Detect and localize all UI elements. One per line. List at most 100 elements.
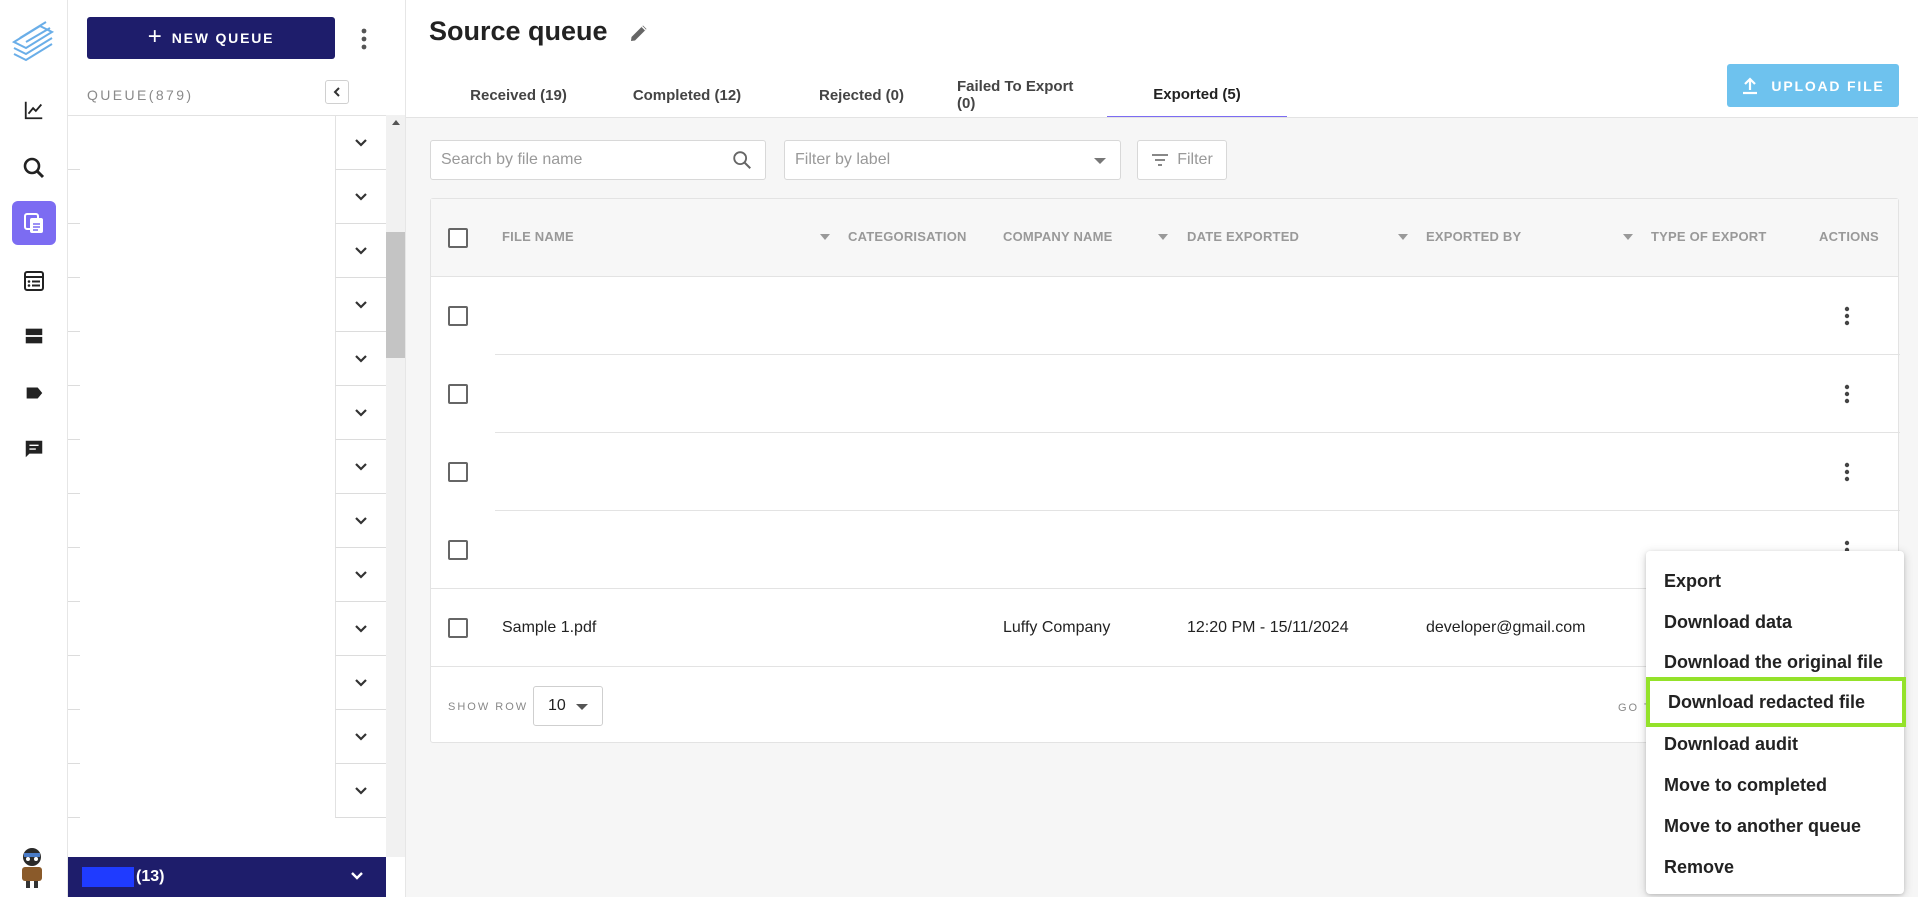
sort-caret-icon[interactable] [1158, 234, 1168, 240]
table-row[interactable] [431, 277, 1898, 355]
queue-scrollbar[interactable] [386, 115, 405, 857]
queue-item-indent [68, 278, 80, 332]
queue-list [68, 115, 386, 857]
queue-expand-button[interactable] [335, 224, 386, 278]
queue-expand-button[interactable] [335, 602, 386, 656]
row-checkbox[interactable] [448, 618, 468, 638]
chevron-down-icon [355, 300, 367, 309]
tab-rejected[interactable]: Rejected (0) [766, 72, 957, 118]
scroll-up-arrow-icon[interactable] [386, 118, 405, 132]
nav-messages[interactable] [12, 427, 56, 471]
filter-button[interactable]: Filter [1137, 140, 1227, 180]
collapse-sidebar-button[interactable] [325, 80, 349, 104]
exported-by-cell: developer@gmail.com [1426, 619, 1586, 636]
upload-file-button[interactable]: UPLOAD FILE [1727, 64, 1899, 107]
queue-expand-button[interactable] [335, 278, 386, 332]
menu-item-download-data[interactable]: Download data [1664, 602, 1792, 642]
queue-scrollbar-thumb[interactable] [386, 232, 405, 358]
queue-expand-button[interactable] [335, 116, 386, 170]
active-queue-item[interactable]: (13) [68, 857, 386, 897]
nav-search[interactable] [12, 146, 56, 190]
column-date-exported[interactable]: DATE EXPORTED [1187, 229, 1299, 244]
queue-list-item[interactable] [68, 224, 386, 278]
file-name-cell[interactable]: Sample 1.pdf [502, 619, 596, 637]
sort-caret-icon[interactable] [820, 234, 830, 240]
column-type-of-export[interactable]: TYPE OF EXPORT [1651, 229, 1766, 244]
queue-list-item[interactable] [68, 440, 386, 494]
nav-storage[interactable] [12, 314, 56, 358]
caret-down-icon [1094, 158, 1106, 164]
nav-queues[interactable] [12, 201, 56, 245]
queue-more-button[interactable] [352, 24, 376, 54]
queue-expand-button[interactable] [335, 548, 386, 602]
queue-expand-button[interactable] [335, 764, 386, 818]
search-input[interactable] [430, 140, 766, 180]
column-exported-by[interactable]: EXPORTED BY [1426, 229, 1521, 244]
new-queue-label: NEW QUEUE [171, 30, 275, 46]
queue-list-item[interactable] [68, 116, 386, 170]
menu-item-download-redacted-file[interactable]: Download redacted file [1646, 677, 1906, 727]
nav-analytics[interactable] [12, 88, 56, 132]
chevron-down-icon [355, 138, 367, 147]
tab-failed-to-export[interactable]: Failed To Export (0) [957, 72, 1080, 118]
documents-icon [24, 213, 43, 233]
tab-completed[interactable]: Completed (12) [608, 72, 766, 118]
table-row[interactable] [431, 355, 1898, 433]
queue-expand-button[interactable] [335, 710, 386, 764]
sort-caret-icon[interactable] [1398, 234, 1408, 240]
queue-list-item[interactable] [68, 602, 386, 656]
queue-expand-button[interactable] [335, 170, 386, 224]
queue-list-item[interactable] [68, 710, 386, 764]
queue-expand-button[interactable] [335, 440, 386, 494]
sort-caret-icon[interactable] [1623, 234, 1633, 240]
chat-icon [25, 440, 43, 458]
row-checkbox[interactable] [448, 540, 468, 560]
queue-expand-button[interactable] [335, 386, 386, 440]
menu-item-export[interactable]: Export [1664, 561, 1721, 601]
storage-icon [25, 328, 43, 344]
user-avatar-icon[interactable] [14, 845, 50, 889]
row-checkbox[interactable] [448, 462, 468, 482]
queue-expand-button[interactable] [335, 494, 386, 548]
row-checkbox[interactable] [448, 384, 468, 404]
nav-labels[interactable] [12, 371, 56, 415]
queue-expand-button[interactable] [335, 332, 386, 386]
queue-list-item[interactable] [68, 332, 386, 386]
row-actions-button[interactable] [1835, 304, 1859, 328]
table-row[interactable] [431, 433, 1898, 511]
queue-list-item[interactable] [68, 494, 386, 548]
search-icon[interactable] [731, 149, 753, 171]
queue-list-item[interactable] [68, 386, 386, 440]
queue-expand-button[interactable] [335, 656, 386, 710]
queue-list-item[interactable] [68, 548, 386, 602]
queue-list-item[interactable] [68, 170, 386, 224]
row-actions-button[interactable] [1835, 460, 1859, 484]
page-title: Source queue [429, 16, 608, 46]
tab-received[interactable]: Received (19) [429, 72, 608, 118]
app-logo-icon[interactable] [10, 20, 56, 66]
row-actions-button[interactable] [1835, 382, 1859, 406]
chevron-down-icon [355, 678, 367, 687]
new-queue-button[interactable]: + NEW QUEUE [87, 17, 335, 59]
menu-item-move-to-another-queue[interactable]: Move to another queue [1664, 806, 1861, 846]
queue-list-item[interactable] [68, 656, 386, 710]
tab-exported[interactable]: Exported (5) [1107, 72, 1287, 118]
nav-forms[interactable] [12, 259, 56, 303]
label-filter-select[interactable]: Filter by label [784, 140, 1121, 180]
queue-list-item[interactable] [68, 278, 386, 332]
menu-item-download-original-file[interactable]: Download the original file [1664, 642, 1883, 682]
menu-item-download-audit[interactable]: Download audit [1664, 724, 1798, 764]
row-checkbox[interactable] [448, 306, 468, 326]
edit-title-button[interactable] [627, 21, 651, 50]
row-actions-menu: Export Download data Download the origin… [1646, 551, 1906, 894]
column-company-name[interactable]: COMPANY NAME [1003, 229, 1113, 244]
queue-list-item[interactable] [68, 764, 386, 818]
menu-item-move-to-completed[interactable]: Move to completed [1664, 765, 1827, 805]
menu-item-remove[interactable]: Remove [1664, 847, 1734, 887]
column-categorisation[interactable]: CATEGORISATION [848, 229, 967, 244]
column-file-name[interactable]: FILE NAME [502, 229, 574, 244]
more-vertical-icon [361, 28, 367, 50]
show-row-label: SHOW ROW [448, 701, 529, 713]
select-all-checkbox[interactable] [448, 228, 468, 248]
page-size-select[interactable]: 10 [533, 686, 603, 726]
